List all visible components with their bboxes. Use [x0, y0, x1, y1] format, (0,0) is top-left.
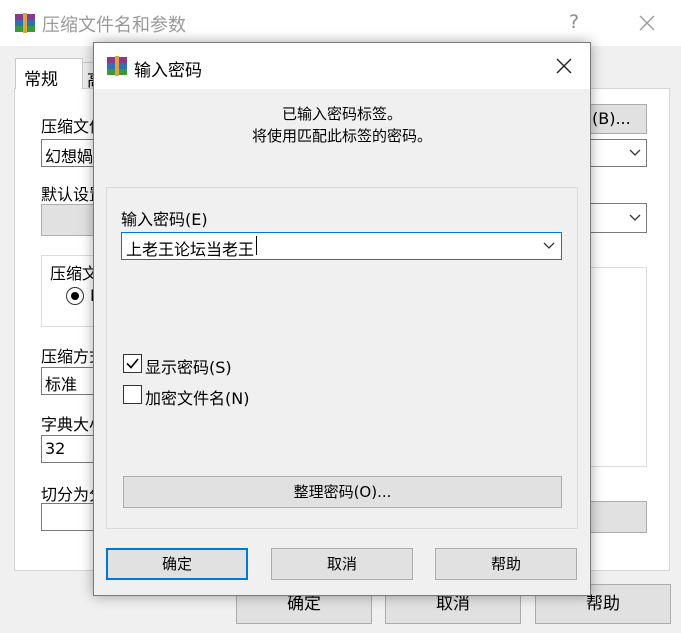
help-button[interactable]: 帮助 [435, 548, 577, 580]
chevron-down-icon [629, 149, 641, 156]
winrar-app-icon [106, 55, 128, 81]
archive-format-label: 压缩文 [50, 264, 99, 283]
password-input[interactable]: 上老王论坛当老王 [121, 232, 562, 260]
organize-passwords-button[interactable]: 整理密码(O)... [123, 476, 562, 508]
text-caret [256, 236, 257, 255]
dialog-titlebar: 输入密码 [94, 43, 590, 89]
dialog-title: 输入密码 [134, 61, 202, 81]
dictionary-size-value: 32 [45, 439, 66, 458]
show-password-label[interactable]: 显示密码(S) [145, 354, 232, 378]
archive-name-dropdown[interactable] [589, 139, 647, 167]
format-radio[interactable] [66, 287, 84, 305]
password-label-info: 已输入密码标签。 将使用匹配此标签的密码。 [94, 103, 590, 147]
update-mode-dropdown[interactable] [589, 203, 647, 233]
background-window-title: 压缩文件名和参数 [42, 15, 186, 36]
archive-options-group [589, 267, 647, 467]
password-value: 上老王论坛当老王 [126, 240, 255, 259]
ok-button[interactable]: 确定 [106, 548, 248, 580]
chevron-down-icon [629, 214, 641, 221]
browse-button-label: (B)... [592, 109, 631, 128]
close-icon[interactable] [552, 54, 576, 78]
close-icon[interactable] [632, 8, 662, 38]
enter-password-dialog: 输入密码 已输入密码标签。 将使用匹配此标签的密码。 输入密码(E) 上老王论坛… [93, 42, 591, 596]
browse-button[interactable]: (B)... [589, 104, 647, 134]
chevron-down-icon[interactable] [542, 239, 556, 253]
info-line-2: 将使用匹配此标签的密码。 [251, 127, 432, 145]
password-label: 输入密码(E) [121, 210, 208, 229]
checkmark-icon [126, 358, 139, 369]
encrypt-filenames-label[interactable]: 加密文件名(N) [145, 385, 249, 409]
help-icon[interactable]: ? [569, 11, 579, 33]
encrypt-filenames-checkbox[interactable] [123, 385, 142, 404]
compression-method-value: 标准 [45, 375, 78, 394]
info-line-1: 已输入密码标签。 [281, 105, 402, 123]
background-titlebar: 压缩文件名和参数 ? [0, 0, 681, 46]
password-group: 输入密码(E) 上老王论坛当老王 显示密码(S) 加密文件名(N) 整理密码(O… [106, 187, 578, 529]
show-password-checkbox[interactable] [123, 354, 142, 373]
set-password-button[interactable] [589, 501, 647, 533]
cancel-button[interactable]: 取消 [271, 548, 413, 580]
tab-general-label: 常规 [24, 70, 58, 90]
archive-name-value: 幻想媧 [45, 147, 94, 166]
tab-general[interactable]: 常规 [15, 58, 83, 90]
winrar-app-icon [14, 12, 36, 38]
